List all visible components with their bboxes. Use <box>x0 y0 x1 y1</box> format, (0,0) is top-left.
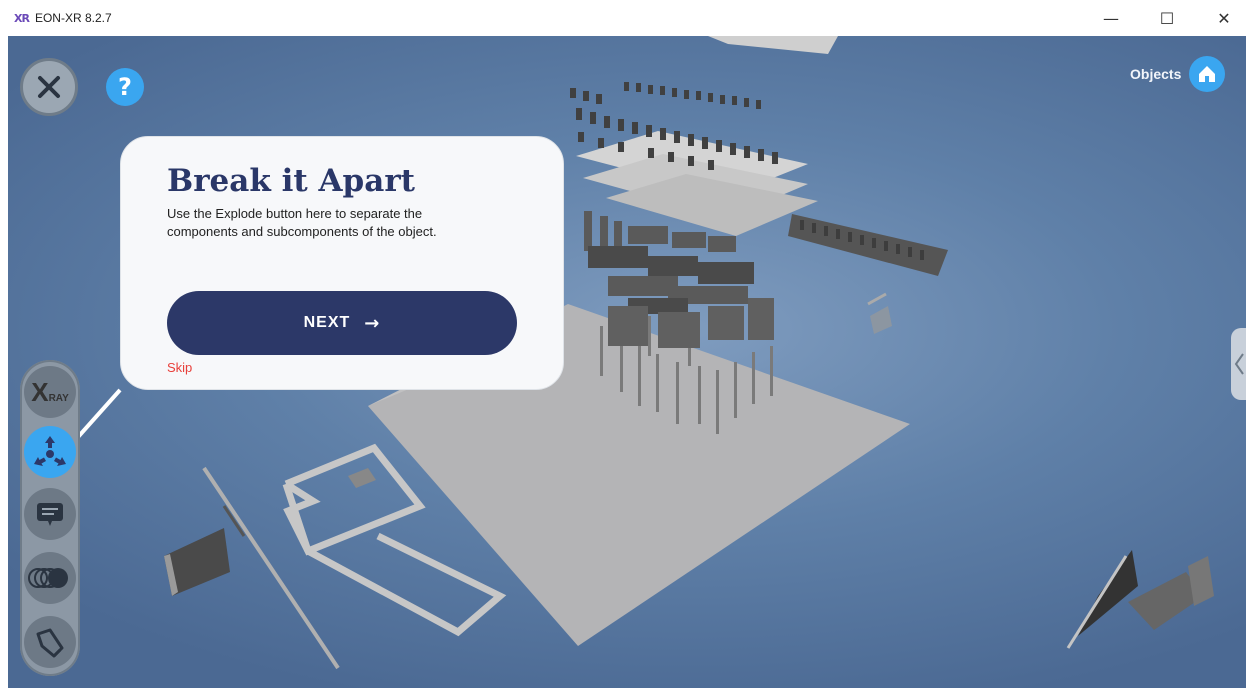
help-icon: ? <box>118 73 132 101</box>
xray-icon-ray: RAY <box>48 392 69 404</box>
layers-tool-button[interactable] <box>24 552 76 604</box>
layers-icon <box>28 568 68 588</box>
app-logo: XR <box>14 11 30 25</box>
explode-tool-button[interactable] <box>24 426 76 478</box>
skip-link[interactable]: Skip <box>167 360 192 375</box>
next-button-label: NEXT <box>303 314 351 331</box>
close-icon <box>38 76 60 98</box>
side-panel-handle[interactable] <box>1231 328 1246 400</box>
popover-body: Use the Explode button here to separate … <box>167 206 437 239</box>
explode-icon <box>34 436 66 466</box>
popover-title: Break it Apart <box>167 163 415 199</box>
slice-tool-button[interactable] <box>24 616 76 668</box>
window-title: EON-XR 8.2.7 <box>34 11 112 25</box>
window-titlebar: XR EON-XR 8.2.7 — ☐ ✕ <box>0 0 1246 36</box>
xray-icon: XRAY <box>31 377 69 408</box>
objects-label: Objects <box>1130 66 1182 82</box>
xray-tool-button[interactable]: XRAY <box>24 366 76 418</box>
annotation-tool-button[interactable] <box>24 488 76 540</box>
tutorial-popover: Break it Apart Use the Explode button he… <box>120 136 564 390</box>
window-close-button[interactable]: ✕ <box>1197 0 1246 36</box>
help-button[interactable]: ? <box>106 68 144 106</box>
minimize-button[interactable]: — <box>1084 0 1138 36</box>
arrow-right-icon: → <box>364 312 381 334</box>
xray-icon-x: X <box>31 376 49 407</box>
annotation-icon <box>37 503 63 526</box>
exit-button[interactable] <box>20 58 78 116</box>
maximize-button[interactable]: ☐ <box>1140 0 1194 36</box>
slice-icon <box>36 628 64 658</box>
next-button[interactable]: NEXT → <box>167 291 517 355</box>
home-icon <box>1199 66 1216 82</box>
objects-menu[interactable]: Objects <box>1130 56 1226 92</box>
home-button[interactable] <box>1189 56 1226 92</box>
chevron-left-icon <box>1234 353 1244 375</box>
tool-sidebar: XRAY <box>20 360 80 676</box>
